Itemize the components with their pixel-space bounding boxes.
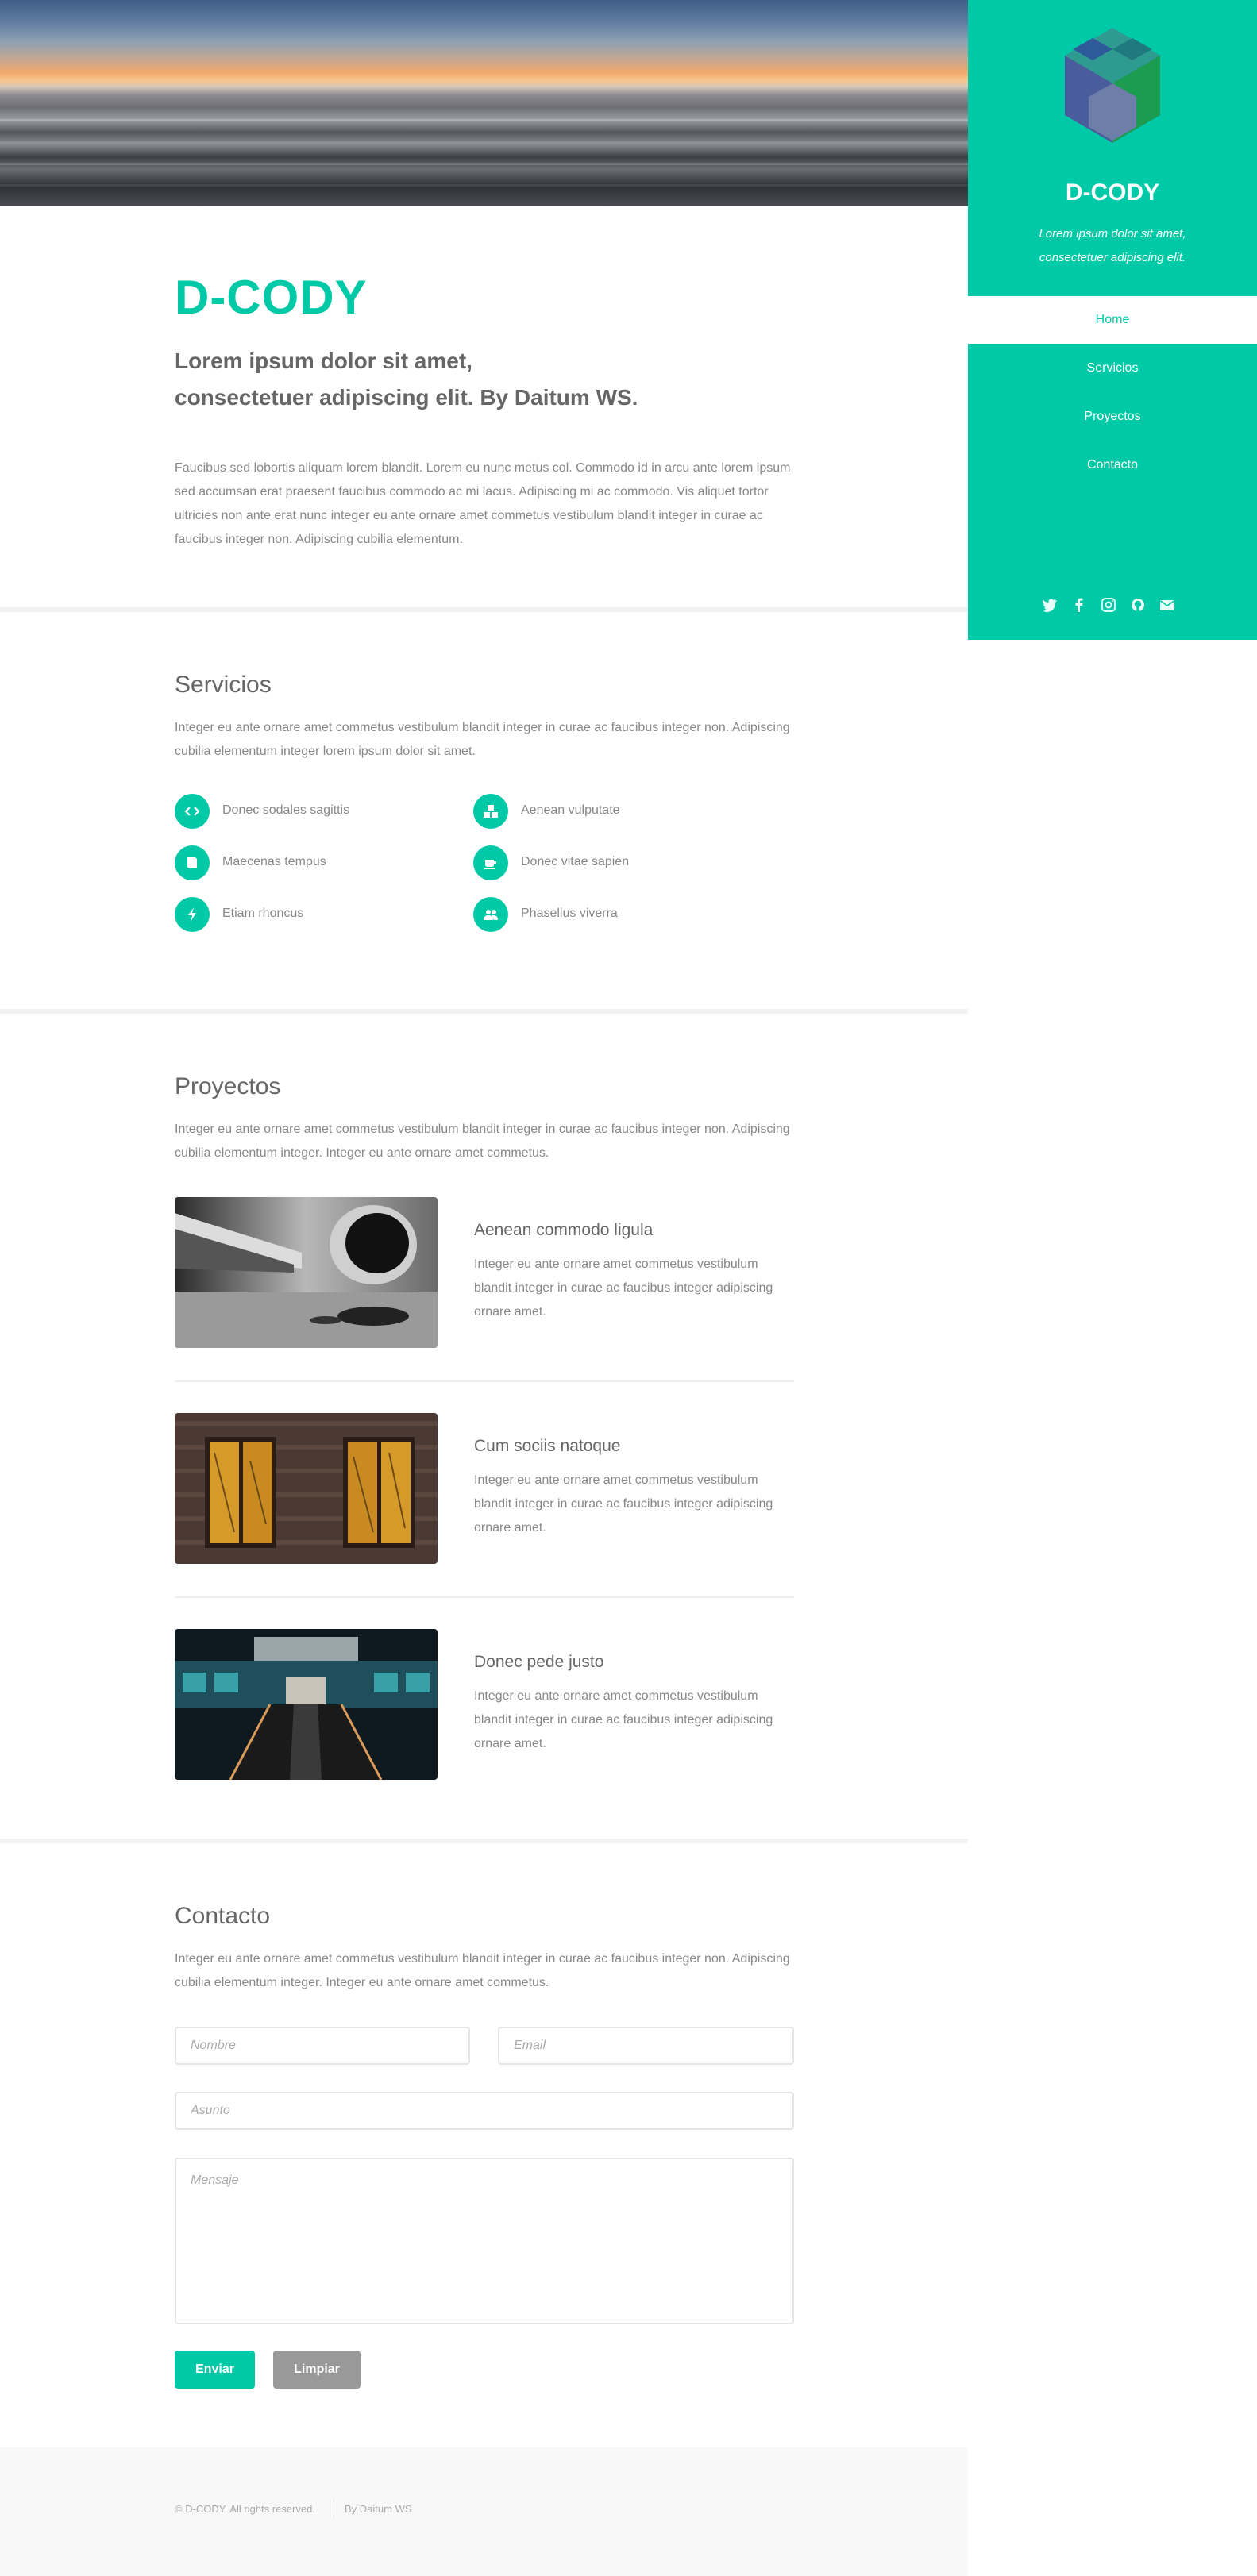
- project-divider: [175, 1596, 794, 1598]
- email-input[interactable]: [498, 2027, 794, 2065]
- service-label: Donec vitae sapien: [521, 855, 630, 868]
- project-description: Integer eu ante ornare amet commetus ves…: [474, 1257, 773, 1319]
- subject-input[interactable]: [175, 2092, 794, 2130]
- project-item[interactable]: Donec pede justo Integer eu ante ornare …: [175, 1629, 794, 1780]
- code-icon: [175, 794, 210, 829]
- coffee-icon: [473, 845, 508, 880]
- projects-section: Proyectos Integer eu ante ornare amet co…: [0, 1014, 968, 1839]
- contact-description: Integer eu ante ornare amet commetus ves…: [175, 1952, 790, 1989]
- nav-item-home[interactable]: Home: [968, 296, 1257, 344]
- nav-item-proyectos[interactable]: Proyectos: [968, 393, 1257, 441]
- contact-section: Contacto Integer eu ante ornare amet com…: [0, 1843, 968, 2447]
- sidebar-title: D-CODY: [1065, 179, 1160, 206]
- services-section: Servicios Integer eu ante ornare amet co…: [0, 612, 968, 1012]
- project-title[interactable]: Donec pede justo: [474, 1653, 603, 1672]
- tagline: Lorem ipsum dolor sit amet, consectetuer…: [175, 343, 794, 416]
- envelope-icon[interactable]: [1156, 594, 1178, 616]
- project-item[interactable]: Cum sociis natoque Integer eu ante ornar…: [175, 1413, 794, 1564]
- project-description: Integer eu ante ornare amet commetus ves…: [474, 1473, 773, 1534]
- intro-body: Faucibus sed lobortis aliquam lorem blan…: [175, 461, 791, 546]
- project-description: Integer eu ante ornare amet commetus ves…: [474, 1689, 773, 1750]
- send-button[interactable]: Enviar: [175, 2351, 255, 2389]
- service-label: Aenean vulputate: [521, 803, 620, 817]
- footer: © D-CODY. All rights reserved. By Daitum…: [0, 2447, 968, 2576]
- sidebar: D-CODY Lorem ipsum dolor sit amet, conse…: [968, 0, 1257, 640]
- service-label: Phasellus viverra: [521, 907, 618, 920]
- project-divider: [175, 1380, 794, 1382]
- page-title: D-CODY: [175, 271, 368, 324]
- cubes-icon: [473, 794, 508, 829]
- facebook-icon[interactable]: [1068, 594, 1090, 616]
- projects-title: Proyectos: [175, 1073, 281, 1099]
- brick-windows-photo[interactable]: [175, 1413, 438, 1564]
- service-item: Donec vitae sapien: [473, 845, 727, 880]
- service-label: Donec sodales sagittis: [222, 803, 350, 817]
- escalator-station-photo[interactable]: [175, 1629, 438, 1780]
- service-item: Donec sodales sagittis: [175, 794, 429, 829]
- services-description: Integer eu ante ornare amet commetus ves…: [175, 721, 790, 758]
- main-content: D-CODY Lorem ipsum dolor sit amet, conse…: [0, 0, 968, 2576]
- service-item: Aenean vulputate: [473, 794, 727, 829]
- service-item: Phasellus viverra: [473, 897, 727, 932]
- contact-title: Contacto: [175, 1903, 271, 1929]
- service-item: Etiam rhoncus: [175, 897, 429, 932]
- service-item: Maecenas tempus: [175, 845, 429, 880]
- hero-banner-image: [0, 0, 968, 206]
- nav-item-contacto[interactable]: Contacto: [968, 441, 1257, 489]
- copyright-text: © D-CODY. All rights reserved.: [175, 2503, 315, 2515]
- message-textarea[interactable]: [175, 2158, 794, 2324]
- credit-link[interactable]: By Daitum WS: [345, 2503, 412, 2515]
- project-title[interactable]: Aenean commodo ligula: [474, 1221, 653, 1240]
- tagline-line-2: consectetuer adipiscing elit. By Daitum …: [175, 385, 638, 410]
- bolt-icon: [175, 897, 210, 932]
- github-icon[interactable]: [1127, 594, 1149, 616]
- clear-button[interactable]: Limpiar: [273, 2351, 361, 2389]
- users-icon: [473, 897, 508, 932]
- service-label: Maecenas tempus: [222, 855, 326, 868]
- services-title: Servicios: [175, 672, 272, 698]
- name-input[interactable]: [175, 2027, 470, 2065]
- service-label: Etiam rhoncus: [222, 907, 304, 920]
- tagline-line-1: Lorem ipsum dolor sit amet,: [175, 348, 472, 373]
- projects-description: Integer eu ante ornare amet commetus ves…: [175, 1122, 790, 1160]
- sidebar-subtitle: Lorem ipsum dolor sit amet, consectetuer…: [1039, 227, 1186, 264]
- book-icon: [175, 845, 210, 880]
- jet-engine-photo[interactable]: [175, 1197, 438, 1348]
- intro-section: D-CODY Lorem ipsum dolor sit amet, conse…: [0, 206, 968, 607]
- twitter-icon[interactable]: [1039, 594, 1061, 616]
- cube-hexagon-logo: [1057, 24, 1168, 151]
- project-item[interactable]: Aenean commodo ligula Integer eu ante or…: [175, 1197, 794, 1348]
- project-title[interactable]: Cum sociis natoque: [474, 1437, 620, 1456]
- nav-item-servicios[interactable]: Servicios: [968, 345, 1257, 392]
- instagram-icon[interactable]: [1097, 594, 1120, 616]
